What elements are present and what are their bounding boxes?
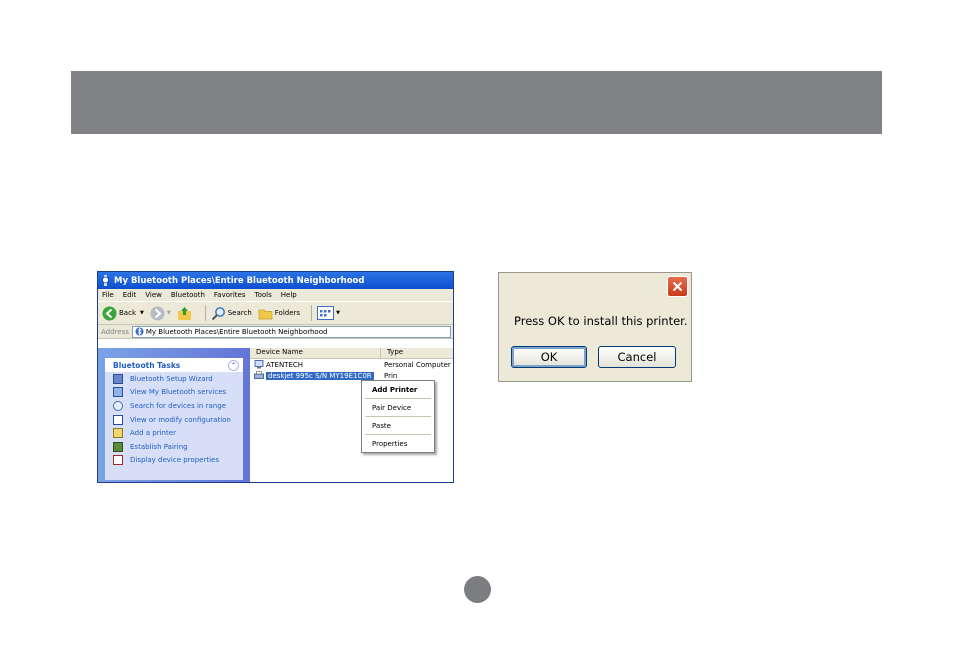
- search-icon: [113, 400, 123, 411]
- task-modify-configuration[interactable]: View or modify configuration: [105, 413, 243, 427]
- back-button[interactable]: Back ▼: [102, 306, 144, 321]
- wizard-icon: [113, 373, 123, 384]
- menu-item-pair-device[interactable]: Pair Device: [362, 399, 434, 416]
- task-label: Establish Pairing: [130, 442, 188, 451]
- column-type[interactable]: Type: [381, 348, 453, 358]
- task-label: Add a printer: [130, 429, 176, 438]
- address-field[interactable]: My Bluetooth Places\Entire Bluetooth Nei…: [131, 325, 451, 338]
- menu-item-properties[interactable]: Properties: [362, 435, 434, 452]
- search-icon: [211, 306, 225, 320]
- views-icon: [317, 306, 335, 320]
- close-icon: [672, 281, 683, 292]
- task-label: Display device properties: [130, 456, 219, 465]
- task-setup-wizard[interactable]: Bluetooth Setup Wizard: [105, 372, 243, 386]
- task-pane: Bluetooth Tasks ⌃ Bluetooth Setup Wizard…: [98, 348, 250, 482]
- folder-icon: [258, 309, 273, 319]
- back-label: Back: [119, 309, 136, 317]
- address-bar: Address My Bluetooth Places\Entire Bluet…: [98, 325, 453, 339]
- task-establish-pairing[interactable]: Establish Pairing: [105, 440, 243, 454]
- menu-item-add-printer[interactable]: Add Printer: [362, 381, 434, 398]
- search-button[interactable]: Search: [211, 306, 252, 321]
- explorer-titlebar: My Bluetooth Places\Entire Bluetooth Nei…: [98, 272, 453, 289]
- explorer-window: My Bluetooth Places\Entire Bluetooth Nei…: [97, 271, 454, 483]
- bluetooth-tasks-title: Bluetooth Tasks: [113, 360, 181, 370]
- column-device-name[interactable]: Device Name: [250, 348, 381, 358]
- ok-button[interactable]: OK: [511, 346, 587, 368]
- menu-bar: File Edit View Bluetooth Favorites Tools…: [98, 289, 453, 301]
- device-name: deskjet 995c S/N MY19E1C0R: [266, 371, 374, 380]
- explorer-content: Bluetooth Tasks ⌃ Bluetooth Setup Wizard…: [98, 348, 453, 482]
- device-type: Personal Computer: [384, 360, 451, 369]
- address-value: My Bluetooth Places\Entire Bluetooth Nei…: [145, 327, 328, 336]
- pairing-icon: [113, 441, 123, 452]
- collapse-icon[interactable]: ⌃: [228, 359, 239, 371]
- header-banner: [71, 71, 882, 134]
- menu-tools[interactable]: Tools: [255, 291, 272, 299]
- task-label: Search for devices in range: [130, 401, 226, 410]
- bluetooth-tasks-header[interactable]: Bluetooth Tasks ⌃: [105, 358, 243, 372]
- device-name: ATENTECH: [266, 360, 304, 369]
- forward-button[interactable]: ▼: [150, 306, 171, 321]
- computer-icon: [113, 387, 123, 398]
- bluetooth-places-icon: [102, 275, 109, 286]
- task-label: View My Bluetooth services: [130, 388, 227, 397]
- address-label: Address: [101, 327, 129, 336]
- up-folder-button[interactable]: [177, 306, 194, 321]
- task-view-services[interactable]: View My Bluetooth services: [105, 386, 243, 400]
- menu-favorites[interactable]: Favorites: [214, 291, 246, 299]
- bluetooth-tasks-panel: Bluetooth Tasks ⌃ Bluetooth Setup Wizard…: [105, 358, 243, 480]
- menu-item-paste[interactable]: Paste: [362, 417, 434, 434]
- toolbar-separator: [311, 305, 313, 321]
- task-label: Bluetooth Setup Wizard: [130, 374, 213, 383]
- properties-icon: [113, 455, 123, 466]
- table-row[interactable]: ATENTECH Personal Computer: [250, 359, 453, 370]
- folders-label: Folders: [274, 309, 301, 317]
- folders-button[interactable]: Folders: [258, 306, 300, 321]
- menu-view[interactable]: View: [145, 291, 162, 299]
- forward-arrow-icon: [150, 306, 165, 320]
- task-label: View or modify configuration: [130, 415, 231, 424]
- dialog-message: Press OK to install this printer.: [514, 314, 688, 328]
- menu-file[interactable]: File: [102, 291, 114, 299]
- chevron-down-icon: ▼: [166, 310, 171, 316]
- menu-help[interactable]: Help: [281, 291, 297, 299]
- window-title: My Bluetooth Places\Entire Bluetooth Nei…: [114, 275, 365, 286]
- toolbar: Back ▼ ▼ Search Folders ▼: [98, 301, 453, 325]
- search-label: Search: [227, 309, 252, 317]
- configuration-icon: [113, 414, 123, 425]
- printer-icon: [113, 428, 123, 439]
- menu-bluetooth[interactable]: Bluetooth: [171, 291, 205, 299]
- close-button[interactable]: [667, 276, 688, 297]
- printer-icon: [254, 371, 264, 379]
- menu-edit[interactable]: Edit: [123, 291, 137, 299]
- column-headers: Device Name Type: [250, 348, 453, 359]
- device-list: Device Name Type ATENTECH Personal Compu…: [250, 348, 453, 482]
- chevron-down-icon: ▼: [336, 310, 340, 316]
- task-device-properties[interactable]: Display device properties: [105, 454, 243, 468]
- computer-icon: [254, 360, 264, 369]
- views-button[interactable]: ▼: [317, 306, 340, 320]
- context-menu: Add Printer Pair Device Paste Properties: [361, 380, 435, 453]
- bluetooth-places-icon: [135, 327, 144, 336]
- chevron-down-icon: ▼: [140, 310, 144, 316]
- back-arrow-icon: [102, 306, 117, 320]
- page-number-marker: [464, 576, 491, 603]
- up-folder-icon: [177, 306, 191, 320]
- install-printer-dialog: Press OK to install this printer. OK Can…: [498, 272, 692, 382]
- device-type: Prin: [384, 371, 398, 380]
- task-search-devices[interactable]: Search for devices in range: [105, 399, 243, 413]
- toolbar-separator: [204, 305, 206, 321]
- task-add-printer[interactable]: Add a printer: [105, 426, 243, 440]
- cancel-button[interactable]: Cancel: [598, 346, 676, 368]
